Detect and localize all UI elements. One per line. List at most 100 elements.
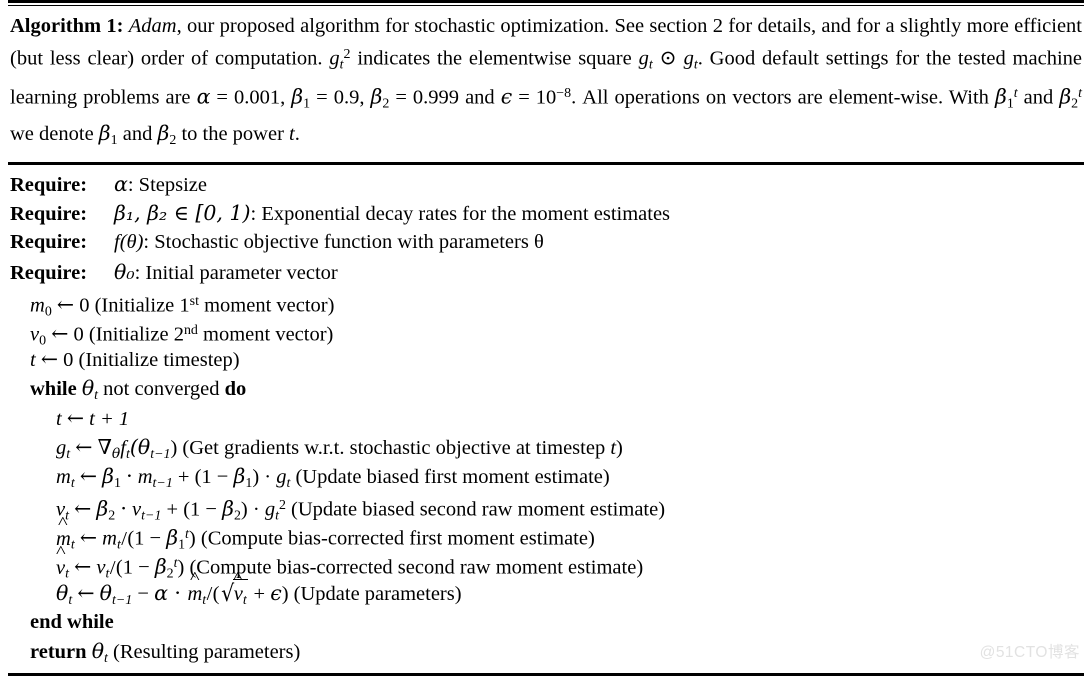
- ordinal-second: nd: [183, 322, 198, 338]
- grad-comment-close: ): [616, 436, 623, 459]
- require-label: Require:: [10, 261, 88, 284]
- caption-text-4: . All operations on vectors are element-…: [571, 86, 995, 109]
- theta-paren-close: ): [281, 582, 289, 605]
- theta-subscript: t: [68, 592, 73, 608]
- require-line-initial-params: Require: θ₀: Initial parameter vector: [8, 258, 1084, 287]
- vt-beta-var: β: [96, 496, 109, 521]
- caption-text-5: we denote: [10, 122, 99, 145]
- step-update-second-moment: vt ← β2 · vt−1 + (1 − β2) · gt2 (Update …: [8, 491, 1084, 524]
- return-comment: (Resulting parameters): [107, 641, 301, 664]
- caption-beta1-ref: β: [98, 120, 111, 145]
- multiply-dot-icon: ·: [167, 580, 188, 605]
- mt-beta-var: β: [102, 463, 114, 488]
- vt-g-superscript: 2: [278, 498, 286, 514]
- step-init-timestep: t ← 0 (Initialize timestep): [8, 345, 1084, 374]
- assign-arrow-icon: ←: [40, 347, 59, 372]
- require-line-decay-rates: Require: β₁, β₂ ∈ [0, 1): Exponential dec…: [8, 199, 1084, 228]
- step-end-while: end while: [8, 608, 1084, 637]
- beta-t-1-symbol: β: [994, 84, 1007, 109]
- assign-arrow-icon: ←: [75, 434, 93, 459]
- step-increment-timestep: t ← t + 1: [8, 404, 1084, 433]
- square-expr-g2: g: [683, 47, 694, 70]
- grad-comment-open: (Get gradients w.r.t. stochastic objecti…: [177, 436, 611, 459]
- alpha-value: = 0.001,: [210, 86, 292, 109]
- grad-arg-theta: (θ: [129, 434, 151, 459]
- square-expr-sub1: t: [648, 57, 653, 73]
- theta-var: θ: [56, 580, 69, 605]
- epsilon-exponent: −8: [556, 85, 572, 101]
- while-theta-var: θ: [81, 376, 95, 401]
- algorithm-name: Adam: [128, 15, 177, 37]
- g-squared-base: g: [329, 47, 340, 70]
- bottom-rule: [8, 673, 1084, 676]
- t-value: 0: [63, 349, 74, 372]
- caption-text-2: indicates the elementwise square: [350, 47, 639, 70]
- t-var: t: [30, 349, 36, 372]
- mt-plus-group: + (1 −: [172, 465, 234, 488]
- mt-g-var: g: [276, 465, 287, 488]
- vt-prev-var: v: [132, 498, 142, 521]
- beta1-symbol: β: [291, 84, 304, 109]
- mt-beta-subscript: 1: [113, 475, 121, 491]
- vhat-denom-open: (1 −: [115, 557, 155, 580]
- beta2-symbol: β: [370, 84, 383, 109]
- mhat-comment: (Compute bias-corrected first moment est…: [195, 527, 595, 550]
- top-rule-thick: [8, 0, 1084, 3]
- assign-arrow-icon: ←: [51, 321, 69, 346]
- beta-t-2-superscript: t: [1078, 85, 1083, 101]
- caption-and-2: and: [117, 122, 158, 145]
- caption-text-6: to the power: [176, 122, 290, 145]
- incr-t-var: t: [56, 407, 62, 430]
- ordinal-first: st: [189, 293, 199, 309]
- algorithm-body: Require: α: Stepsize Require: β₁, β₂ ∈ [0,…: [8, 165, 1084, 666]
- algorithm-label: Algorithm 1:: [10, 15, 124, 37]
- require-label: Require:: [10, 231, 88, 254]
- require-description-decay-rates: : Exponential decay rates for the moment…: [250, 203, 671, 226]
- multiply-dot-icon: ·: [120, 496, 127, 521]
- step-bias-correct-first-moment: mt ← mt/(1 − β1t) (Compute bias-correcte…: [8, 520, 1084, 553]
- keyword-do: do: [224, 378, 247, 401]
- vt-beta2-var: β: [222, 496, 234, 521]
- mhat-beta-var: β: [166, 525, 179, 550]
- step-update-parameters: θt ← θt−1 − α · mt/(√vt + ϵ) (Update par…: [8, 578, 1084, 608]
- epsilon-symbol: ϵ: [500, 84, 513, 109]
- mt-prev-var: m: [137, 465, 153, 488]
- grad-arg-subscript: t−1: [150, 446, 171, 462]
- odot-operator: ⊙: [659, 45, 677, 70]
- mt-prev-subscript: t−1: [152, 475, 173, 491]
- beta2-value: = 0.999 and: [389, 86, 501, 109]
- require-symbol-theta0: θ₀: [114, 259, 135, 284]
- require-description-initial-params: : Initial parameter vector: [134, 261, 338, 284]
- theta-epsilon-var: ϵ: [270, 580, 282, 605]
- mt-beta2-var: β: [233, 463, 246, 488]
- v0-var: v: [30, 323, 40, 346]
- incr-t-expr: t + 1: [89, 407, 130, 430]
- require-label: Require:: [10, 203, 88, 226]
- caption-and-1: and: [1017, 86, 1060, 109]
- alpha-symbol: α: [196, 84, 211, 109]
- step-compute-gradient: gt ← ∇θft(θt−1) (Get gradients w.r.t. st…: [8, 433, 1084, 462]
- epsilon-value: = 10: [512, 86, 557, 109]
- algorithm-figure: Algorithm 1: Adam, our proposed algorith…: [0, 0, 1092, 682]
- theta-comment: (Update parameters): [288, 582, 462, 605]
- return-theta-var: θ: [91, 639, 105, 664]
- watermark: @51CTO博客: [979, 644, 1080, 661]
- assign-arrow-icon: ←: [74, 496, 92, 521]
- beta-t-2-symbol: β: [1059, 84, 1072, 109]
- v0-comment-open: (Initialize 2: [88, 323, 184, 346]
- theta-vhat-subscript: t: [242, 592, 247, 608]
- mt-comment: (Update biased first moment estimate): [290, 465, 610, 488]
- theta-minus-op: −: [132, 582, 155, 605]
- vhat-num-var: v: [96, 557, 106, 580]
- v0-comment-close: moment vector): [197, 323, 334, 346]
- step-return: return θt (Resulting parameters): [8, 637, 1084, 666]
- step-bias-correct-second-moment: vt ← vt/(1 − β2t) (Compute bias-correcte…: [8, 549, 1084, 582]
- require-description-stepsize: : Stepsize: [127, 174, 207, 197]
- caption-period: .: [294, 122, 300, 145]
- vt-plus-group: + (1 −: [161, 498, 223, 521]
- require-line-objective: Require: f(θ): Stochastic objective funct…: [8, 228, 1084, 257]
- assign-arrow-icon: ←: [79, 463, 97, 488]
- require-line-stepsize: Require: α: Stepsize: [8, 170, 1084, 199]
- mt-subscript: t: [70, 475, 75, 491]
- square-expr-g1: g: [638, 47, 649, 70]
